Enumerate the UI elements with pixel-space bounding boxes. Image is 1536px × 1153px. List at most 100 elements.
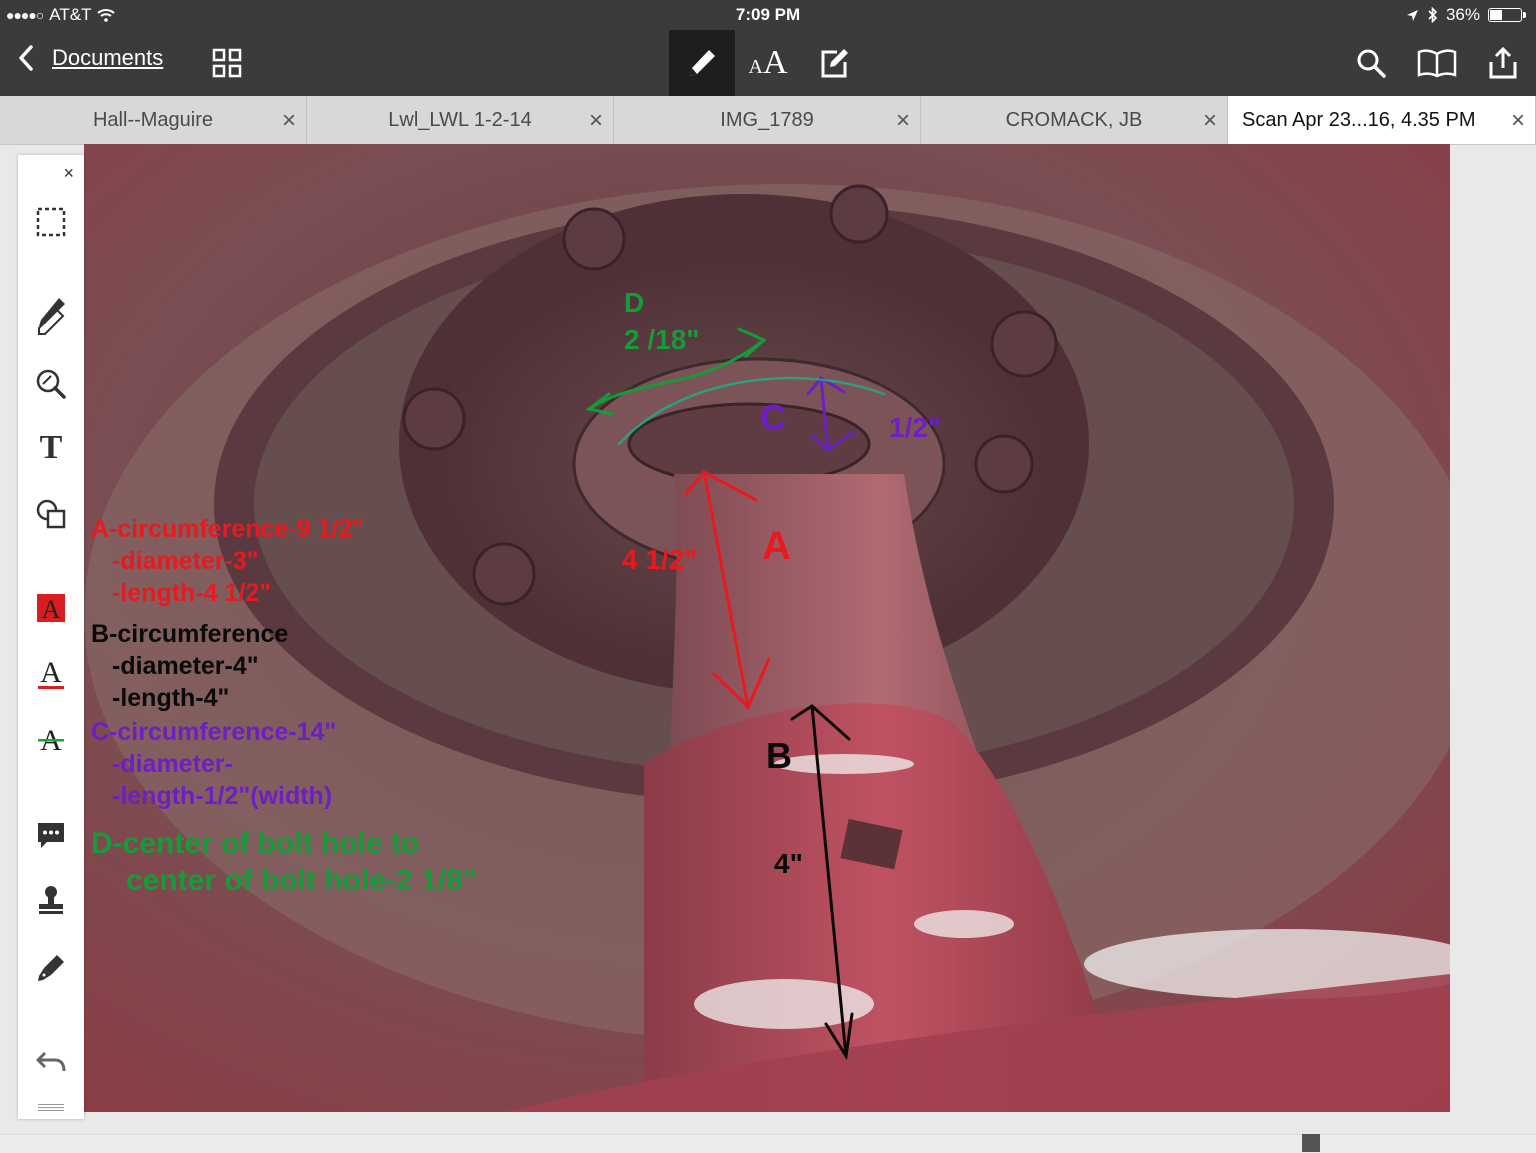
text-size-button[interactable]: AA: [735, 30, 801, 96]
grid-view-button[interactable]: [194, 30, 260, 96]
reading-mode-button[interactable]: [1404, 30, 1470, 96]
pen-icon: [690, 50, 715, 76]
share-button[interactable]: [1470, 30, 1536, 96]
rectangle-select-tool[interactable]: [18, 197, 84, 247]
dimension-c: 1/2": [889, 412, 942, 443]
battery-icon: [1488, 8, 1526, 22]
annotation-arrows: [585, 327, 886, 1061]
page-scroll-thumb[interactable]: [1302, 1134, 1320, 1152]
fountain-pen-icon: [38, 955, 64, 981]
shapes-icon: [36, 499, 66, 529]
close-icon[interactable]: ×: [589, 107, 603, 135]
chevron-left-icon: [19, 45, 33, 71]
tab-hall-maguire[interactable]: Hall--Maguire ×: [0, 96, 307, 144]
tab-label: IMG_1789: [720, 108, 814, 131]
note-d-line2: center of bolt hole-2 1/8": [126, 864, 477, 897]
edit-note-icon: [821, 49, 848, 78]
search-icon: [1357, 49, 1386, 78]
note-a-length: -length-4 1/2": [112, 579, 272, 607]
font-size-icon: AA: [748, 44, 788, 81]
text-tool[interactable]: T: [18, 423, 84, 473]
label-a: A: [762, 524, 791, 568]
label-d: D: [624, 287, 645, 318]
arc-c-outline: [617, 376, 886, 446]
tab-cromack[interactable]: CROMACK, JB ×: [921, 96, 1228, 144]
note-a-circumference: A-circumference-9 1/2": [91, 515, 365, 543]
arrow-c-head-bottom: [810, 430, 856, 452]
close-icon[interactable]: ×: [1203, 107, 1217, 135]
stamp-icon: [39, 886, 63, 914]
note-c-diameter: -diameter-: [112, 750, 233, 778]
stamp-tool[interactable]: [18, 875, 84, 925]
signature-tool[interactable]: [18, 943, 84, 993]
svg-text:A: A: [40, 657, 62, 689]
annotate-button[interactable]: [669, 30, 735, 96]
label-c: C: [760, 397, 786, 438]
arrow-b: [810, 704, 848, 1058]
note-b-length: -length-4": [112, 684, 230, 712]
drag-handle-icon[interactable]: [38, 1102, 64, 1111]
tab-lwl[interactable]: Lwl_LWL 1-2-14 ×: [307, 96, 614, 144]
close-icon[interactable]: ×: [63, 163, 74, 184]
clock: 7:09 PM: [735, 5, 801, 24]
underline-a-icon: A: [38, 657, 64, 689]
note-b-circumference: B-circumference: [91, 620, 289, 648]
bluetooth-icon: [1428, 7, 1438, 23]
tab-scan-apr-23[interactable]: Scan Apr 23...16, 4.35 PM ×: [1228, 96, 1536, 144]
grid-icon: [212, 48, 242, 78]
svg-text:A: A: [42, 595, 61, 624]
book-icon: [1417, 49, 1457, 78]
strikeout-text-tool[interactable]: A: [18, 715, 84, 765]
text-t-icon: T: [39, 429, 63, 466]
comment-tool[interactable]: [18, 811, 84, 861]
edit-button[interactable]: [801, 30, 867, 96]
tab-img-1789[interactable]: IMG_1789 ×: [614, 96, 921, 144]
dimension-d: 2 /18": [624, 324, 700, 355]
close-icon[interactable]: ×: [896, 107, 910, 135]
highlight-a-icon: A: [37, 594, 65, 624]
note-c-length: -length-1/2"(width): [112, 782, 333, 810]
status-bar: ●●●●○ AT&T 7:09 PM 36%: [0, 0, 1536, 30]
comment-icon: [38, 823, 64, 848]
documents-label: Documents: [52, 45, 164, 70]
highlight-text-tool[interactable]: A: [18, 583, 84, 633]
pencil-tool[interactable]: [18, 291, 84, 341]
battery-fill: [1490, 10, 1502, 20]
note-b-diameter: -diameter-4": [112, 652, 259, 680]
location-arrow-icon: [1406, 9, 1418, 21]
dimension-a: 4 1/2": [622, 544, 698, 575]
tab-label: CROMACK, JB: [1005, 108, 1143, 131]
close-icon[interactable]: ×: [1511, 107, 1525, 135]
strikeout-a-icon: A: [38, 724, 64, 757]
annotation-toolbar: × T A A A: [18, 155, 84, 1119]
underline-text-tool[interactable]: A: [18, 649, 84, 699]
magnifier-icon: [36, 369, 66, 399]
pencil-icon: [38, 298, 65, 335]
arrow-b-head-top: [790, 704, 851, 741]
dimension-b: 4": [774, 848, 803, 879]
share-icon: [1489, 46, 1517, 79]
arrow-a: [702, 470, 750, 709]
shapes-tool[interactable]: [18, 489, 84, 539]
zoom-tool[interactable]: [18, 359, 84, 409]
note-c-circumference: C-circumference-14": [91, 718, 337, 746]
documents-back-button[interactable]: Documents: [18, 44, 163, 72]
arrow-a-head-top: [684, 470, 758, 502]
tab-label: Scan Apr 23...16, 4.35 PM: [1242, 108, 1476, 131]
search-button[interactable]: [1338, 30, 1404, 96]
arrow-b-head-bottom: [824, 1012, 854, 1061]
tab-label: Lwl_LWL 1-2-14: [388, 108, 532, 131]
top-toolbar: Documents AA: [0, 30, 1536, 96]
battery-percent: 36%: [1445, 5, 1480, 24]
note-a-diameter: -diameter-3": [112, 547, 259, 575]
marquee-select-icon: [36, 207, 66, 237]
close-icon[interactable]: ×: [282, 107, 296, 135]
document-canvas[interactable]: A-circumference-9 1/2" -diameter-3" -len…: [84, 144, 1450, 1112]
undo-icon: [36, 1051, 66, 1072]
arrow-c: [819, 376, 830, 452]
undo-button[interactable]: [18, 1037, 84, 1087]
note-d-line1: D-center of bolt hole to: [91, 827, 420, 860]
status-right: 36%: [1406, 5, 1526, 25]
document-tabs: Hall--Maguire × Lwl_LWL 1-2-14 × IMG_178…: [0, 96, 1536, 145]
tab-label: Hall--Maguire: [92, 108, 214, 131]
